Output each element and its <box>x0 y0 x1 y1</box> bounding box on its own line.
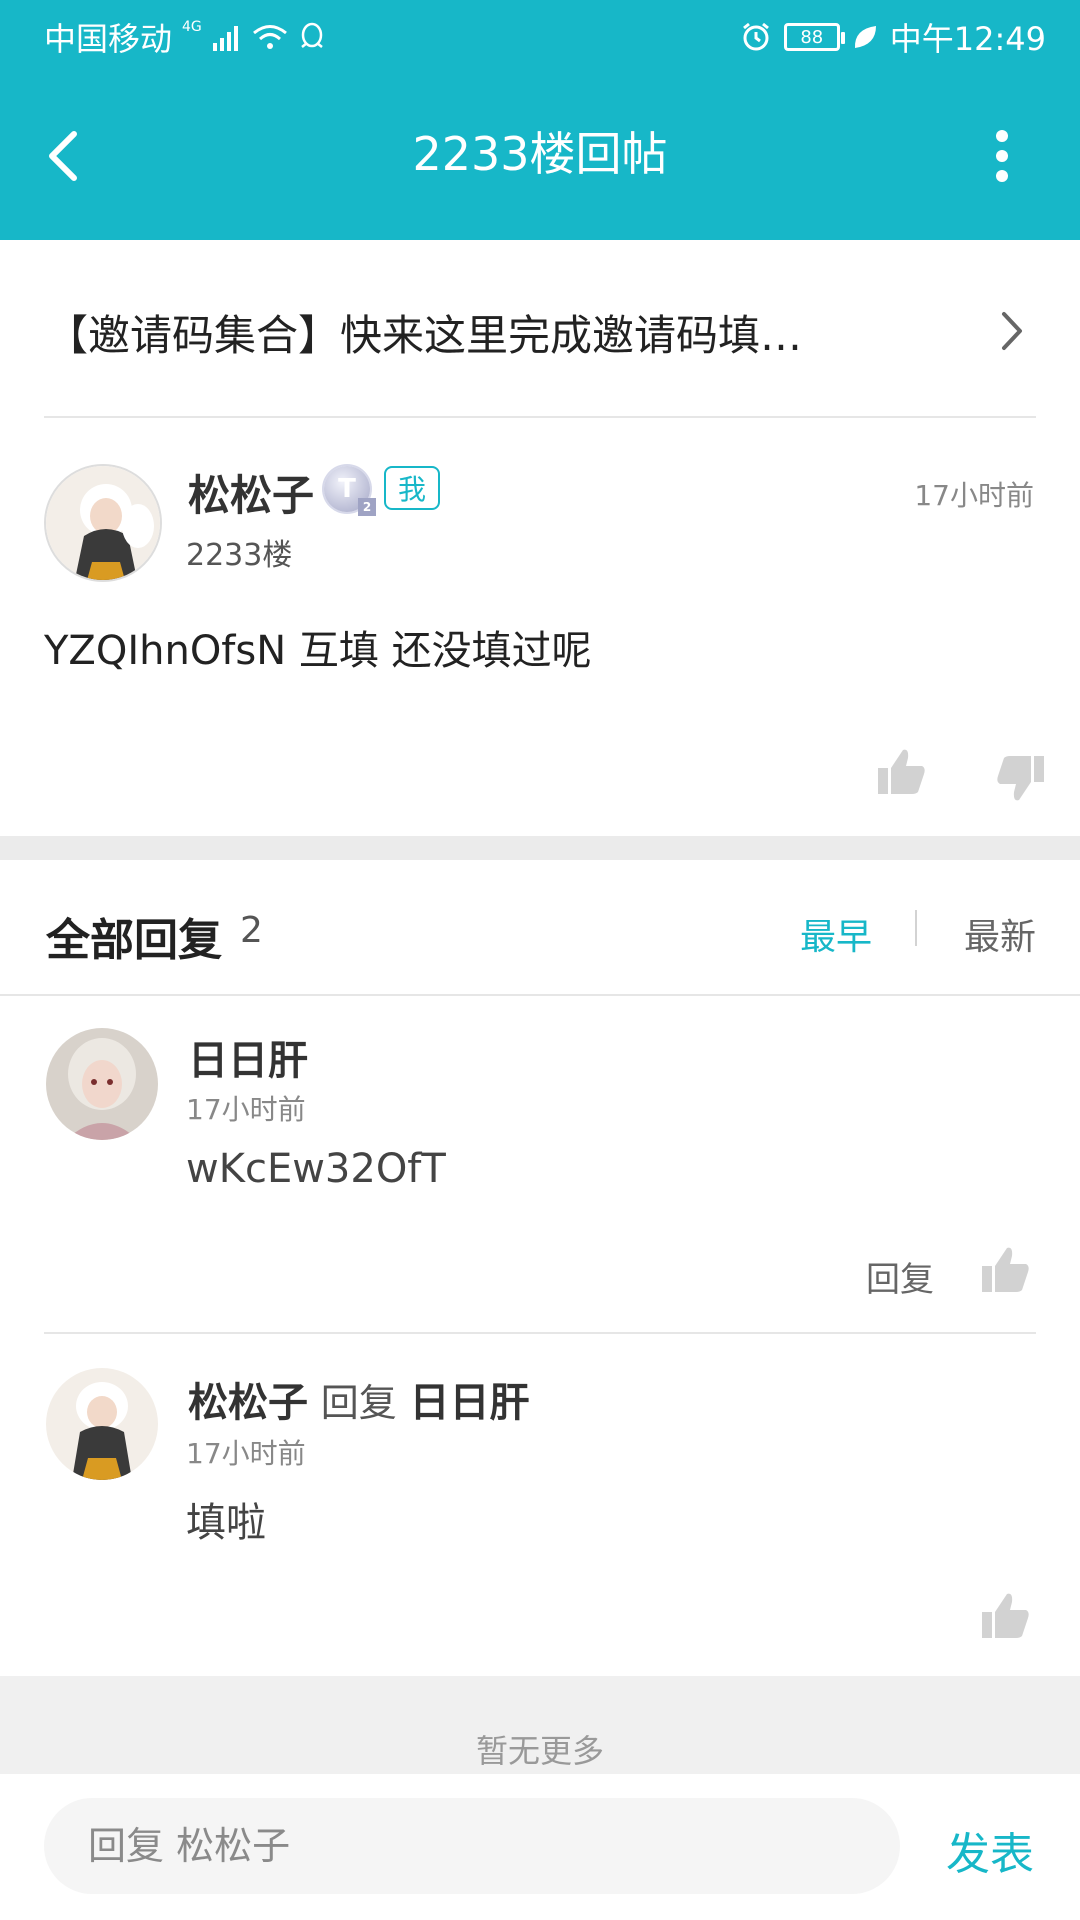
reply-content: 填啦 <box>186 1500 266 1546</box>
network-type: 4G <box>182 19 202 35</box>
reply-target[interactable]: 日日肝 <box>409 1380 529 1426</box>
reply-verb: 回复 <box>320 1381 397 1425</box>
avatar-image-icon <box>46 466 160 580</box>
divider <box>0 994 1080 996</box>
reply-author-avatar[interactable] <box>46 1368 158 1480</box>
me-tag: 我 <box>384 466 440 510</box>
qq-icon <box>301 22 323 48</box>
more-options-button[interactable] <box>982 126 1022 186</box>
divider <box>44 416 1036 418</box>
post-author-avatar[interactable] <box>44 464 162 582</box>
status-bar: 中国移动 4G 88 中午12:49 <box>0 0 1080 76</box>
chevron-right-icon <box>1002 312 1022 350</box>
avatar-image-icon <box>46 1028 158 1140</box>
thread-link[interactable]: 【邀请码集合】快来这里完成邀请码填… <box>0 240 1080 420</box>
reply-content: wKcEw32OfT <box>186 1146 446 1192</box>
replies-count: 2 <box>240 910 263 951</box>
reply-author: 日日肝 <box>188 1038 308 1084</box>
level-badge-letter: T <box>338 474 356 504</box>
leaf-icon <box>854 26 876 48</box>
reply-author-name[interactable]: 日日肝 <box>188 1028 308 1086</box>
clock: 中午12:49 <box>889 20 1046 58</box>
reply-author-avatar[interactable] <box>46 1028 158 1140</box>
compose-bar: 发表 <box>0 1774 1080 1920</box>
avatar-image-icon <box>46 1368 158 1480</box>
thread-title: 【邀请码集合】快来这里完成邀请码填… <box>46 311 803 360</box>
dislike-icon[interactable] <box>994 752 1046 804</box>
battery-icon: 88 <box>783 23 845 51</box>
replies-title: 全部回复 <box>46 915 222 966</box>
reply-button[interactable]: 回复 <box>866 1252 934 1301</box>
reply-author-line: 松松子 回复 日日肝 <box>188 1370 529 1428</box>
page-title: 2233楼回帖 <box>412 127 668 181</box>
post-floor: 2233楼 <box>186 538 293 573</box>
wifi-icon <box>252 25 287 49</box>
top-bar: 中国移动 4G 88 中午12:49 2233楼回帖 <box>0 0 1080 240</box>
signal-icon <box>212 26 238 51</box>
post-time: 17小时前 <box>914 479 1034 512</box>
reply-time: 17小时前 <box>186 1093 306 1126</box>
divider <box>44 1332 1036 1334</box>
reply-input[interactable] <box>44 1798 900 1894</box>
alarm-icon <box>742 22 769 51</box>
sort-divider <box>915 910 917 946</box>
level-badge-number: 2 <box>358 498 376 516</box>
send-button[interactable]: 发表 <box>946 1818 1034 1882</box>
section-separator <box>0 836 1080 860</box>
sort-earliest-tab[interactable]: 最早 <box>800 908 872 960</box>
like-icon[interactable] <box>980 1590 1032 1642</box>
post-author-name[interactable]: 松松子 <box>188 462 314 523</box>
sort-newest-tab[interactable]: 最新 <box>964 908 1036 960</box>
reply-time: 17小时前 <box>186 1437 306 1470</box>
post-content: YZQIhnOfsN 互填 还没填过呢 <box>44 628 592 674</box>
reply-author[interactable]: 松松子 <box>188 1380 308 1426</box>
carrier-name: 中国移动 <box>44 20 173 58</box>
like-icon[interactable] <box>980 1244 1032 1296</box>
no-more-label: 暂无更多 <box>475 1732 604 1770</box>
like-icon[interactable] <box>876 746 928 798</box>
level-badge: T 2 <box>324 466 376 516</box>
battery-level: 88 <box>800 26 824 48</box>
